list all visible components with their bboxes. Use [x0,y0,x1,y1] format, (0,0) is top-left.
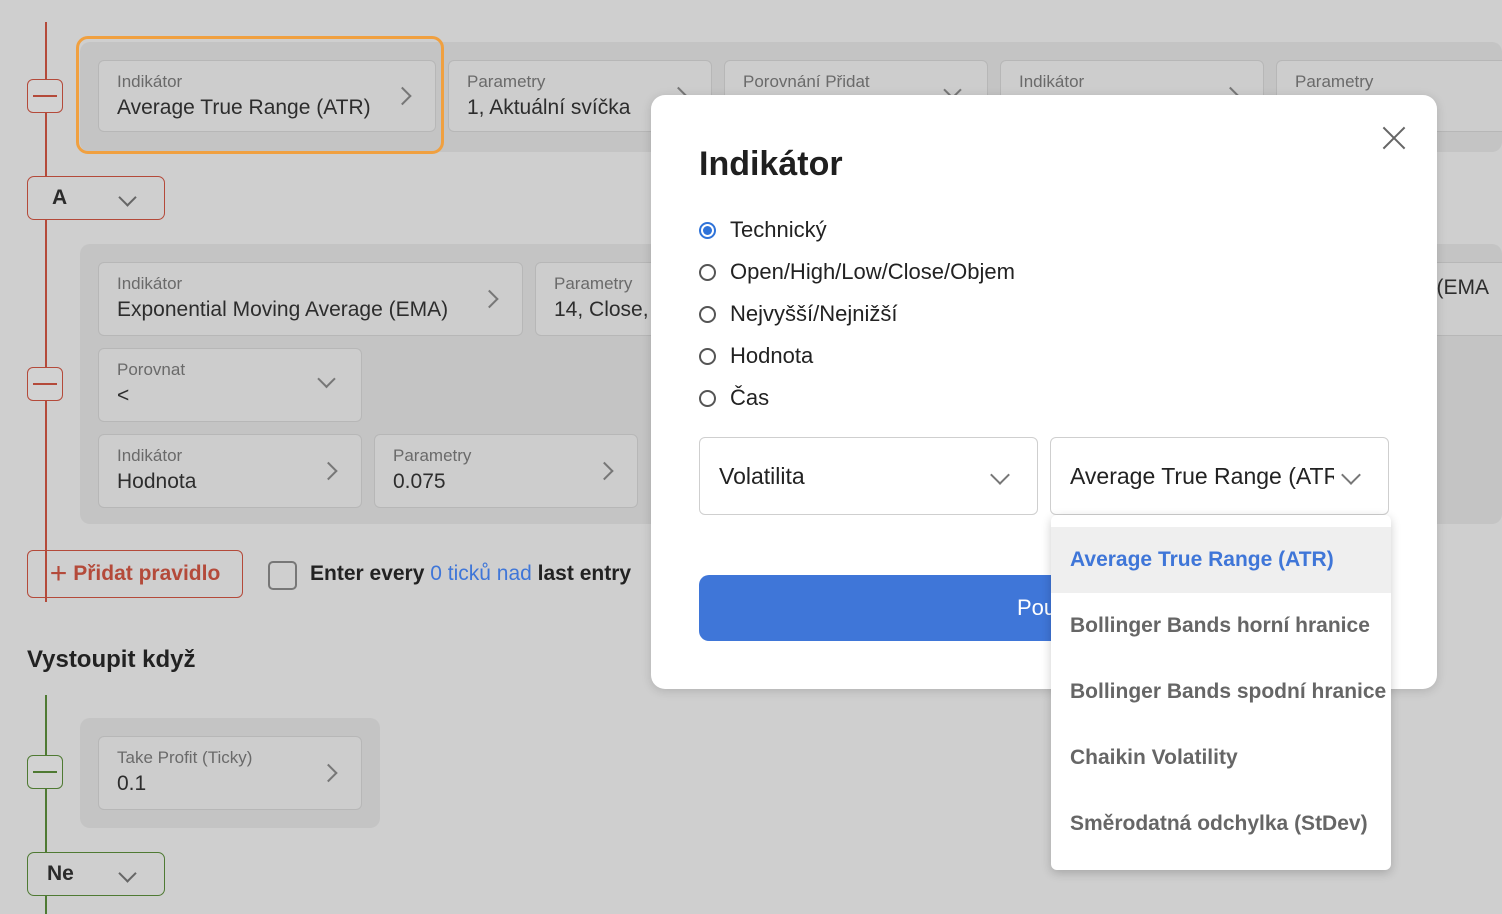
chevron-down-icon [118,864,137,883]
ticks-above-link[interactable]: 0 ticků nad [430,562,532,585]
enter-every-text: Enter every 0 ticků nad last entry [310,562,632,585]
remove-group-2-button[interactable] [27,367,63,401]
option-atr[interactable]: Average True Range (ATR) [1051,527,1391,593]
chevron-down-icon [118,188,137,207]
enter-every-checkbox[interactable] [268,561,297,590]
indicator-dropdown: Average True Range (ATR) Bollinger Bands… [1051,515,1391,870]
card-indicator-ema[interactable]: Indikátor Exponential Moving Average (EM… [98,262,523,336]
apply-button[interactable]: Použít [699,575,1059,641]
card-indicator-atr[interactable]: Indikátor Average True Range (ATR) [98,60,436,132]
radio-value[interactable]: Hodnota [699,343,813,369]
remove-group-1-button[interactable] [27,79,63,113]
card-parameters-value[interactable]: Parametry 0.075 [374,434,638,508]
radio-highest-lowest[interactable]: Nejvyšší/Nejnižší [699,301,897,327]
logic-select-no[interactable]: Ne [27,852,165,896]
radio-icon [699,389,716,407]
logic-select-and[interactable]: A [27,176,165,220]
category-select[interactable]: Volatilita [699,437,1038,515]
option-chaikin-volatility[interactable]: Chaikin Volatility [1051,725,1391,791]
radio-icon [699,305,716,323]
close-icon[interactable] [1379,123,1409,153]
add-rule-button[interactable]: + Přidat pravidlo [27,550,243,598]
chevron-down-icon [990,465,1010,485]
exit-section-title: Vystoupit když [27,646,196,673]
option-bollinger-lower[interactable]: Bollinger Bands spodní hranice [1051,659,1391,725]
modal-title: Indikátor [699,145,843,183]
chevron-down-icon [1341,465,1361,485]
plus-icon: + [49,557,68,590]
radio-icon [699,347,716,365]
radio-selected-icon [699,221,716,239]
card-indicator-value[interactable]: Indikátor Hodnota [98,434,362,508]
radio-technical[interactable]: Technický [699,217,827,243]
indicator-select[interactable]: Average True Range (ATR) [1050,437,1389,515]
remove-exit-group-button[interactable] [27,755,63,789]
option-stdev[interactable]: Směrodatná odchylka (StDev) [1051,791,1391,857]
radio-time[interactable]: Čas [699,385,769,411]
radio-ohlcv[interactable]: Open/High/Low/Close/Objem [699,259,1015,285]
card-compare[interactable]: Porovnat < [98,348,362,422]
radio-icon [699,263,716,281]
option-bollinger-upper[interactable]: Bollinger Bands horní hranice [1051,593,1391,659]
card-take-profit[interactable]: Take Profit (Ticky) 0.1 [98,736,362,810]
